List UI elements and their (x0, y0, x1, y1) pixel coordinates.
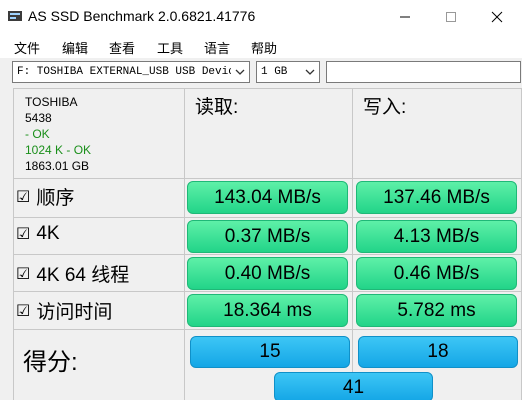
test-4k64-label: 4K 64 线程 (36, 265, 130, 286)
title-bar: AS SSD Benchmark 2.0.6821.41776 (0, 0, 522, 34)
toolbar: F: TOSHIBA EXTERNAL_USB USB Devic 1 GB (0, 58, 522, 88)
name-input[interactable] (326, 61, 521, 83)
write-header: 写入: (363, 97, 407, 118)
window-title: AS SSD Benchmark 2.0.6821.41776 (28, 8, 256, 24)
drive-select-value: F: TOSHIBA EXTERNAL_USB USB Devic (17, 66, 231, 78)
checkbox-icon: ☑ (16, 188, 31, 206)
grid-divider (13, 217, 522, 218)
menu-file[interactable]: 文件 (14, 38, 40, 57)
test-seq-toggle[interactable]: ☑ 顺序 (16, 183, 74, 210)
grid-divider (13, 178, 522, 179)
size-select[interactable]: 1 GB (256, 61, 320, 83)
menu-tools[interactable]: 工具 (157, 38, 183, 57)
checkbox-icon: ☑ (16, 302, 31, 320)
4k64-write-result: 0.46 MB/s (356, 257, 517, 290)
read-score: 15 (190, 336, 350, 368)
access-read-result: 18.364 ms (187, 294, 348, 327)
close-icon (491, 11, 503, 23)
chevron-down-icon (305, 69, 315, 75)
test-4k64-toggle[interactable]: ☑ 4K 64 线程 (16, 260, 129, 287)
minimize-icon (400, 16, 410, 18)
4k64-read-result: 0.40 MB/s (187, 257, 348, 290)
test-seq-label: 顺序 (36, 188, 75, 209)
grid-divider (13, 254, 522, 255)
seq-write-result: 137.46 MB/s (356, 181, 517, 214)
drive-firmware: 5438 (25, 111, 52, 125)
menu-help[interactable]: 帮助 (251, 38, 277, 57)
seq-read-result: 143.04 MB/s (187, 181, 348, 214)
checkbox-icon: ☑ (16, 265, 31, 283)
drive-model: TOSHIBA (25, 95, 78, 109)
app-window: AS SSD Benchmark 2.0.6821.41776 文件 编辑 查看… (0, 0, 522, 400)
close-button[interactable] (474, 0, 520, 34)
read-header: 读取: (195, 97, 239, 118)
drive-info: TOSHIBA 5438 - OK 1024 K - OK 1863.01 GB (25, 94, 91, 174)
4k-write-result: 4.13 MB/s (356, 220, 517, 253)
chevron-down-icon (235, 69, 245, 75)
menu-view[interactable]: 查看 (109, 38, 135, 57)
menu-bar: 文件 编辑 查看 工具 语言 帮助 (0, 34, 522, 58)
alignment-status: 1024 K - OK (25, 143, 92, 157)
grid-divider (13, 291, 522, 292)
grid-divider (13, 88, 522, 89)
checkbox-icon: ☑ (16, 226, 31, 243)
test-4k-toggle[interactable]: ☑ 4K (16, 223, 60, 245)
maximize-button[interactable] (428, 0, 474, 34)
menu-edit[interactable]: 编辑 (62, 38, 88, 57)
drive-select[interactable]: F: TOSHIBA EXTERNAL_USB USB Devic (12, 61, 250, 83)
grid-divider (13, 88, 14, 400)
test-access-label: 访问时间 (36, 302, 113, 323)
app-icon (8, 11, 22, 21)
size-select-value: 1 GB (261, 66, 288, 78)
results-grid: TOSHIBA 5438 - OK 1024 K - OK 1863.01 GB… (13, 88, 522, 400)
total-score: 41 (274, 372, 433, 400)
driver-status: - OK (25, 127, 50, 141)
test-4k-label: 4K (36, 223, 60, 244)
score-label: 得分: (23, 349, 78, 376)
minimize-button[interactable] (382, 0, 428, 34)
drive-capacity: 1863.01 GB (25, 159, 90, 173)
grid-divider (13, 329, 522, 330)
test-access-toggle[interactable]: ☑ 访问时间 (16, 297, 112, 324)
access-write-result: 5.782 ms (356, 294, 517, 327)
grid-divider (352, 88, 353, 400)
menu-language[interactable]: 语言 (204, 38, 230, 57)
grid-divider (184, 88, 185, 400)
write-score: 18 (358, 336, 518, 368)
maximize-icon (446, 12, 456, 22)
4k-read-result: 0.37 MB/s (187, 220, 348, 253)
